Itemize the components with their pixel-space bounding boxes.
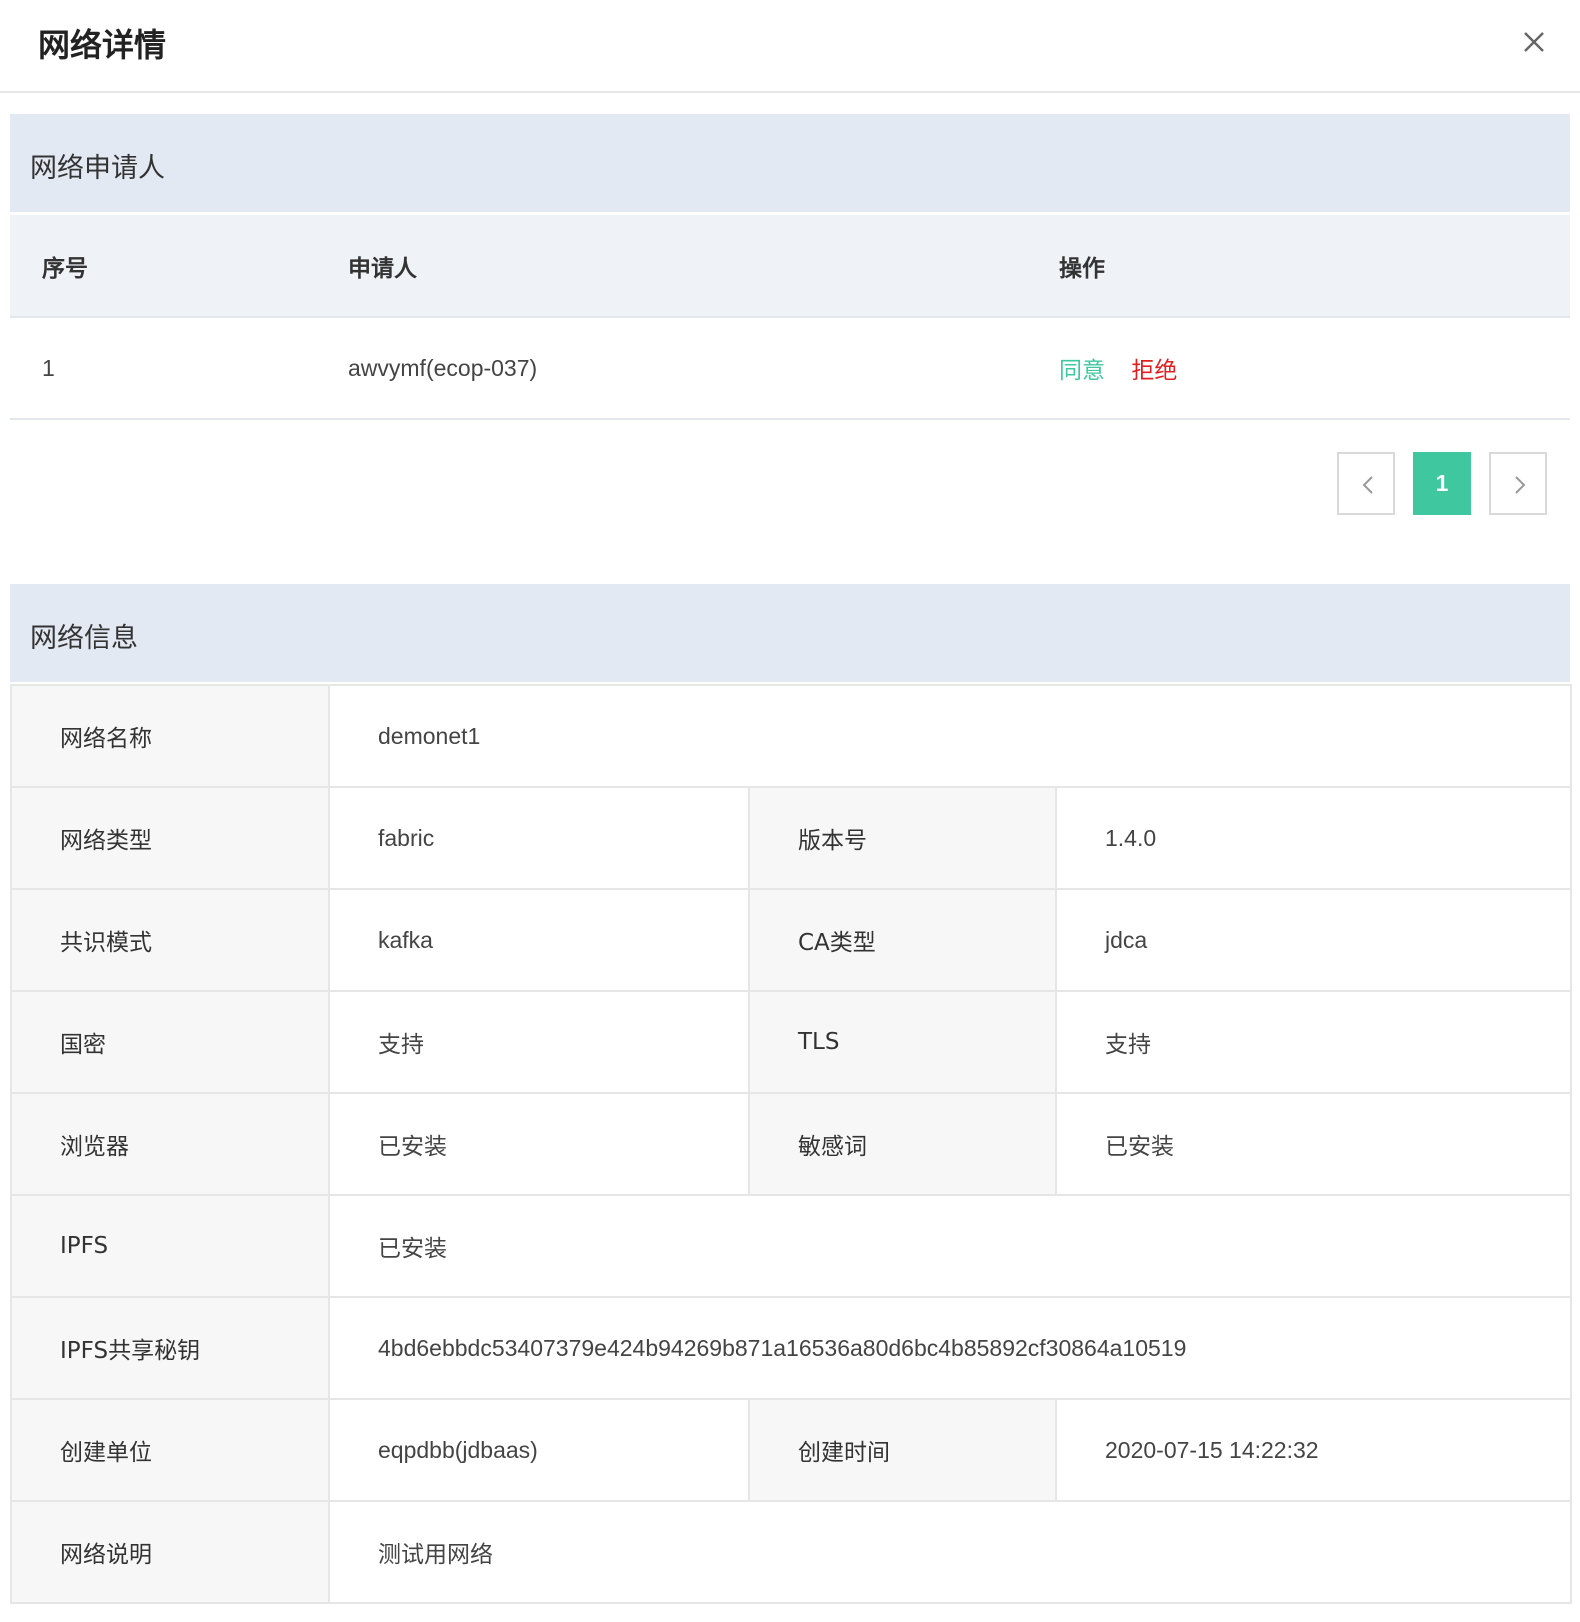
ipfs-value: 已安装 <box>327 1194 1573 1298</box>
chevron-left-icon <box>1362 476 1373 494</box>
column-header-actions: 操作 <box>1027 215 1570 318</box>
created-time-value: 2020-07-15 14:22:32 <box>1054 1398 1573 1502</box>
close-icon <box>1524 32 1544 52</box>
info-row-ipfs: IPFS 已安装 <box>10 1194 1573 1298</box>
dialog-title: 网络详情 <box>38 26 167 64</box>
close-button[interactable] <box>1518 26 1550 58</box>
info-row-gm: 国密 支持 TLS 支持 <box>10 990 1573 1094</box>
created-time-label: 创建时间 <box>748 1398 1057 1502</box>
applicants-section-title: 网络申请人 <box>30 153 165 184</box>
sensitive-words-label: 敏感词 <box>748 1092 1057 1196</box>
ipfs-label: IPFS <box>10 1194 330 1298</box>
info-row-consensus: 共识模式 kafka CA类型 jdca <box>10 888 1573 992</box>
creator-org-label: 创建单位 <box>10 1398 330 1502</box>
tls-label: TLS <box>748 990 1057 1094</box>
table-header-row: 序号 申请人 操作 <box>10 215 1570 318</box>
network-info-section-title: 网络信息 <box>30 623 138 654</box>
network-type-value: fabric <box>328 786 750 890</box>
row-applicant: awvymf(ecop-037) <box>316 317 1027 420</box>
page-number-button[interactable]: 1 <box>1413 452 1471 515</box>
info-row-desc: 网络说明 测试用网络 <box>10 1500 1573 1604</box>
network-info-section-header: 网络信息 <box>10 584 1570 682</box>
ca-type-value: jdca <box>1054 888 1573 992</box>
gm-label: 国密 <box>10 990 330 1094</box>
browser-value: 已安装 <box>328 1092 750 1196</box>
ca-type-label: CA类型 <box>748 888 1057 992</box>
next-page-button[interactable] <box>1489 452 1547 515</box>
agree-link[interactable]: 同意 <box>1059 358 1105 384</box>
description-value: 测试用网络 <box>327 1500 1573 1604</box>
consensus-value: kafka <box>328 888 750 992</box>
version-value: 1.4.0 <box>1054 786 1573 890</box>
consensus-label: 共识模式 <box>10 888 330 992</box>
ipfs-key-label: IPFS共享秘钥 <box>10 1296 330 1400</box>
version-label: 版本号 <box>748 786 1057 890</box>
prev-page-button[interactable] <box>1337 452 1395 515</box>
creator-org-value: eqpdbb(jdbaas) <box>328 1398 750 1502</box>
chevron-right-icon <box>1515 476 1526 494</box>
table-row: 1 awvymf(ecop-037) 同意 拒绝 <box>10 317 1570 420</box>
info-row-name: 网络名称 demonet1 <box>10 684 1573 788</box>
column-header-applicant: 申请人 <box>316 215 1027 318</box>
row-actions: 同意 拒绝 <box>1027 317 1570 420</box>
column-header-index: 序号 <box>10 215 316 318</box>
info-row-browser: 浏览器 已安装 敏感词 已安装 <box>10 1092 1573 1196</box>
ipfs-key-value: 4bd6ebbdc53407379e424b94269b871a16536a80… <box>327 1296 1573 1400</box>
tls-value: 支持 <box>1054 990 1573 1094</box>
network-name-value: demonet1 <box>327 684 1573 788</box>
sensitive-words-value: 已安装 <box>1054 1092 1573 1196</box>
info-row-ipfs-key: IPFS共享秘钥 4bd6ebbdc53407379e424b94269b871… <box>10 1296 1573 1400</box>
network-info-table: 网络名称 demonet1 网络类型 fabric 版本号 1.4.0 共识模式… <box>10 684 1573 1604</box>
applicants-section-header: 网络申请人 <box>10 114 1570 212</box>
gm-value: 支持 <box>328 990 750 1094</box>
dialog-header: 网络详情 <box>0 0 1580 93</box>
reject-link[interactable]: 拒绝 <box>1131 358 1177 384</box>
browser-label: 浏览器 <box>10 1092 330 1196</box>
description-label: 网络说明 <box>10 1500 330 1604</box>
network-name-label: 网络名称 <box>10 684 330 788</box>
network-type-label: 网络类型 <box>10 786 330 890</box>
row-index: 1 <box>10 317 316 420</box>
info-row-org: 创建单位 eqpdbb(jdbaas) 创建时间 2020-07-15 14:2… <box>10 1398 1573 1502</box>
applicants-table: 序号 申请人 操作 1 awvymf(ecop-037) 同意 拒绝 <box>10 215 1570 420</box>
info-row-type: 网络类型 fabric 版本号 1.4.0 <box>10 786 1573 890</box>
